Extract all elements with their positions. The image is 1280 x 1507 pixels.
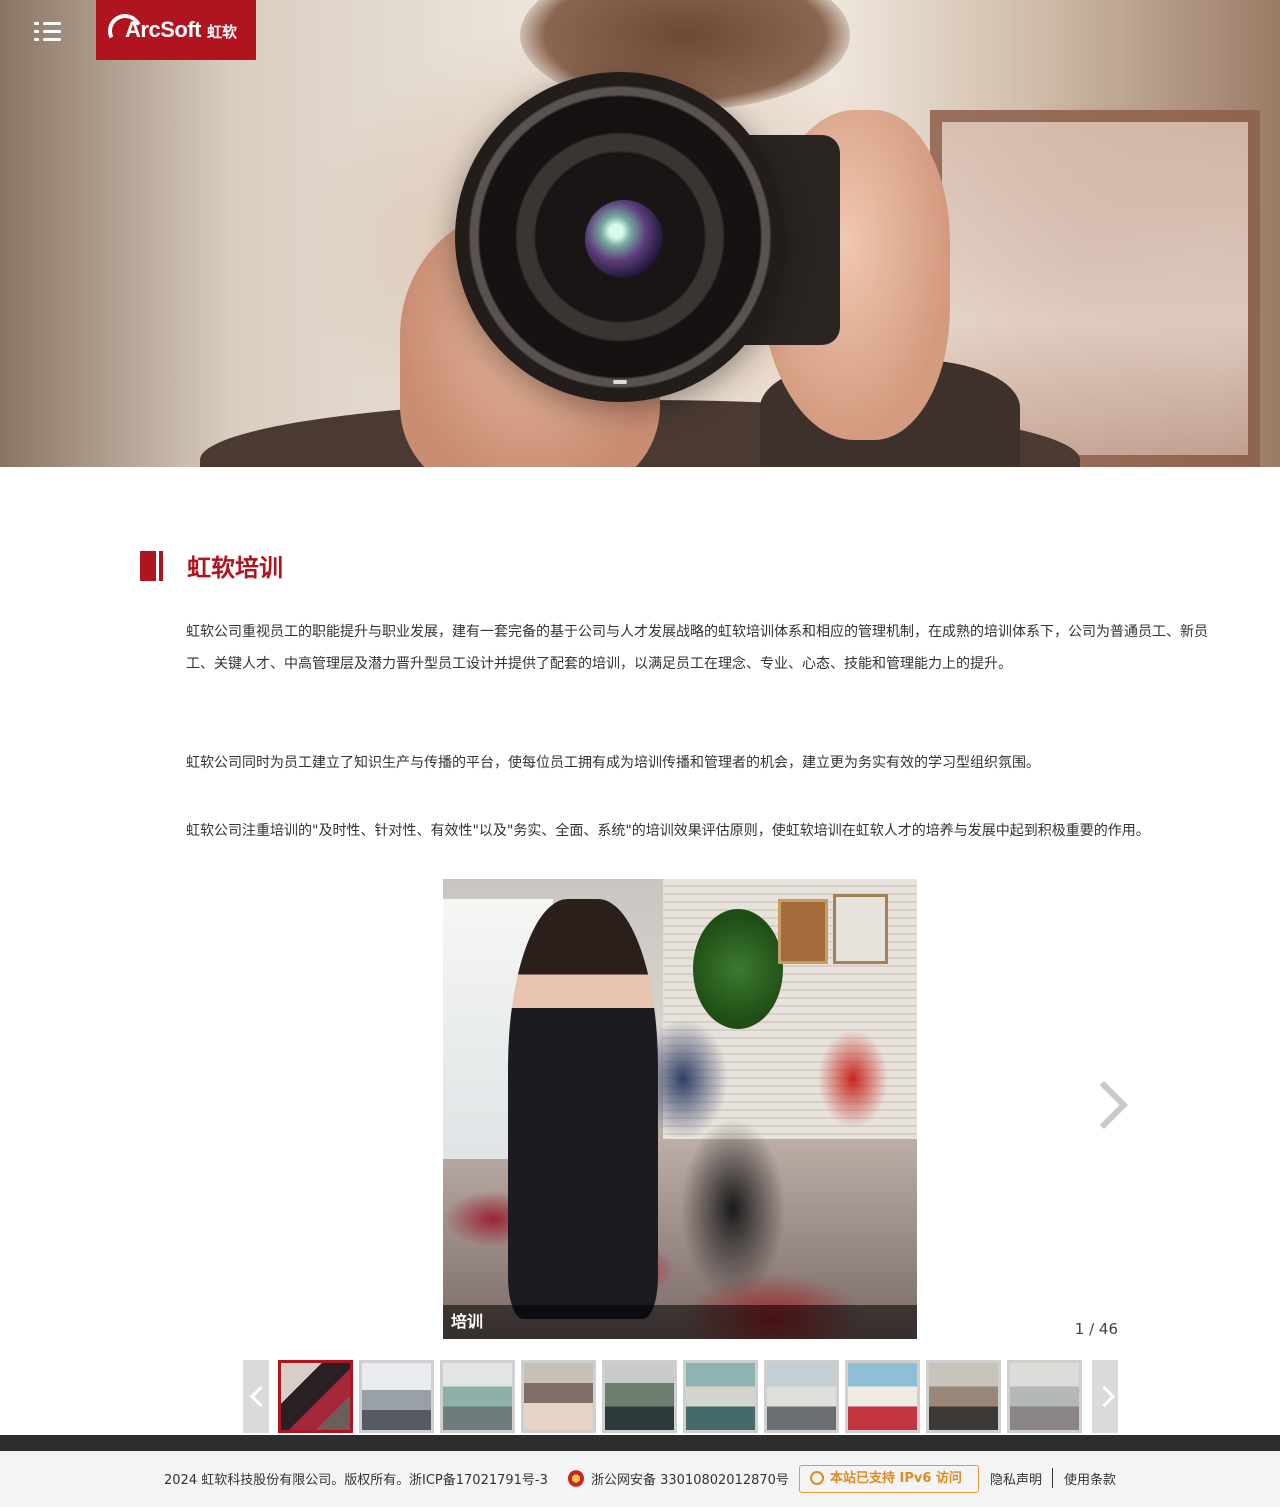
thumbnail[interactable] [359,1360,434,1433]
prev-arrow-icon[interactable] [243,1360,269,1433]
title-bar-decoration [140,550,159,581]
arcsoft-logo[interactable]: ArcSoft 虹软 [96,0,256,60]
thumbnail[interactable] [278,1360,353,1433]
terms-link[interactable]: 使用条款 [1064,1469,1116,1488]
photo-plaque [778,899,828,964]
section-title: 虹软培训 [140,548,283,583]
paragraph-1: 虹软公司重视员工的职能提升与职业发展，建有一套完备的基于公司与人才发展战略的虹软… [186,624,1208,672]
ribbon-icon [810,1471,824,1485]
ipv6-label: 本站已支持 IPv6 访问 [830,1471,962,1486]
ipv6-badge[interactable]: 本站已支持 IPv6 访问 [799,1465,979,1493]
privacy-link[interactable]: 隐私声明 [990,1469,1042,1488]
footer-icp-link[interactable]: 浙ICP备17021791号-3 [409,1469,548,1488]
lens-dot [613,380,627,384]
thumbnail-strip [243,1360,1118,1433]
thumbnail[interactable] [602,1360,677,1433]
hero-banner: ArcSoft 虹软 [0,0,1280,467]
footer-separator [1052,1468,1053,1488]
thumbnail[interactable] [521,1360,596,1433]
thumbnail[interactable] [845,1360,920,1433]
title-bar-decoration-2 [159,550,163,581]
next-thumb-arrow-icon[interactable] [1092,1360,1118,1433]
next-arrow-icon[interactable] [1085,1080,1121,1136]
gallery-main-photo[interactable]: 培训 [443,879,917,1339]
gallery-counter: 1 / 46 [1074,1320,1118,1338]
photo-plaque-2 [833,894,888,964]
thumbnail[interactable] [440,1360,515,1433]
lens-glass [585,200,663,278]
paragraph-2: 虹软公司同时为员工建立了知识生产与传播的平台，使每位员工拥有成为培训传播和管理者… [186,755,1040,771]
paragraph-3: 虹软公司注重培训的"及时性、针对性、有效性"以及"务实、全面、系统"的培训效果评… [186,823,1150,839]
logo-arc-icon [103,9,147,53]
footer: 2024 虹软科技股份有限公司。版权所有。 浙ICP备17021791号-3 浙… [0,1451,1280,1507]
footer-police-link[interactable]: 浙公网安备 33010802012870号 [591,1469,789,1488]
footer-copyright: 2024 虹软科技股份有限公司。版权所有。 [164,1473,410,1488]
thumbnail[interactable] [1007,1360,1082,1433]
menu-icon[interactable] [28,16,68,48]
photo-presenter [508,899,658,1319]
thumbnail[interactable] [764,1360,839,1433]
footer-divider [0,1435,1280,1451]
logo-cn: 虹软 [206,23,237,41]
page-title: 虹软培训 [187,554,283,582]
police-badge-icon [568,1470,584,1487]
thumbnail[interactable] [683,1360,758,1433]
thumbnail[interactable] [926,1360,1001,1433]
photo-caption: 培训 [443,1305,917,1339]
